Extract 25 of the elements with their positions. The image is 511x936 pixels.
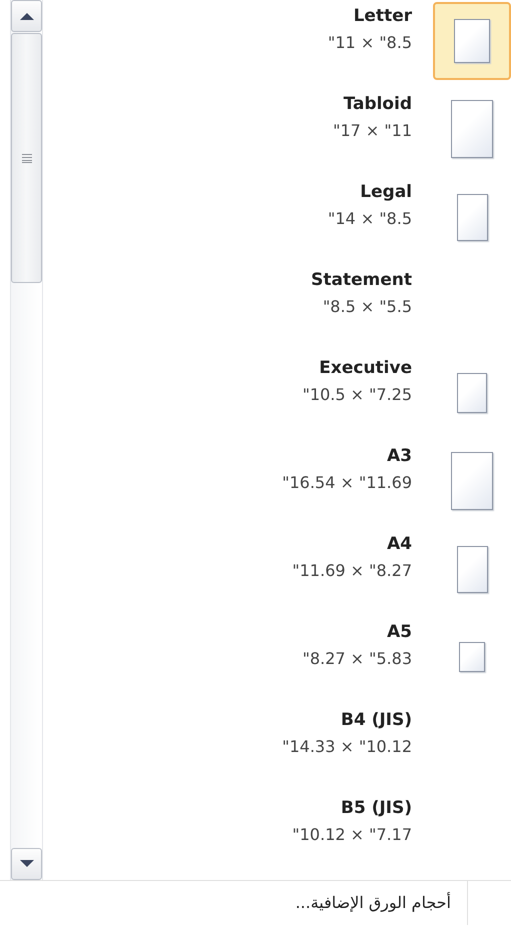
scroll-up-button[interactable] <box>11 0 42 32</box>
paper-size-option[interactable]: A4 "11.69 × "8.27 <box>43 528 511 616</box>
paper-size-option[interactable]: Tabloid "17 × "11 <box>43 88 511 176</box>
scroll-thumb[interactable] <box>11 33 42 283</box>
page-icon <box>456 546 488 592</box>
more-paper-sizes-link[interactable]: أحجام الورق الإضافية... <box>295 881 468 925</box>
paper-size-option[interactable]: Letter "11 × "8.5 <box>43 0 511 88</box>
paper-size-option[interactable]: A5 "8.27 × "5.83 <box>43 616 511 704</box>
paper-size-option[interactable]: Executive "10.5 × "7.25 <box>43 352 511 440</box>
grip-icon <box>22 154 32 162</box>
paper-size-option[interactable]: Legal "14 × "8.5 <box>43 176 511 264</box>
paper-size-option[interactable]: B4 (JIS) "14.33 × "10.12 <box>43 704 511 792</box>
page-icon <box>454 19 490 63</box>
scrollbar[interactable] <box>10 0 43 880</box>
up-arrow-icon <box>20 12 34 20</box>
paper-size-option[interactable]: B5 (JIS) "10.12 × "7.17 <box>43 792 511 880</box>
scroll-down-button[interactable] <box>11 848 42 880</box>
page-icon <box>451 452 493 510</box>
page-icon <box>459 642 485 672</box>
page-icon <box>456 194 488 240</box>
down-arrow-icon <box>20 860 34 868</box>
page-icon <box>457 373 487 413</box>
paper-size-option[interactable]: Statement "8.5 × "5.5 <box>43 264 511 352</box>
paper-size-option[interactable]: A3 "16.54 × "11.69 <box>43 440 511 528</box>
page-icon <box>451 100 493 158</box>
